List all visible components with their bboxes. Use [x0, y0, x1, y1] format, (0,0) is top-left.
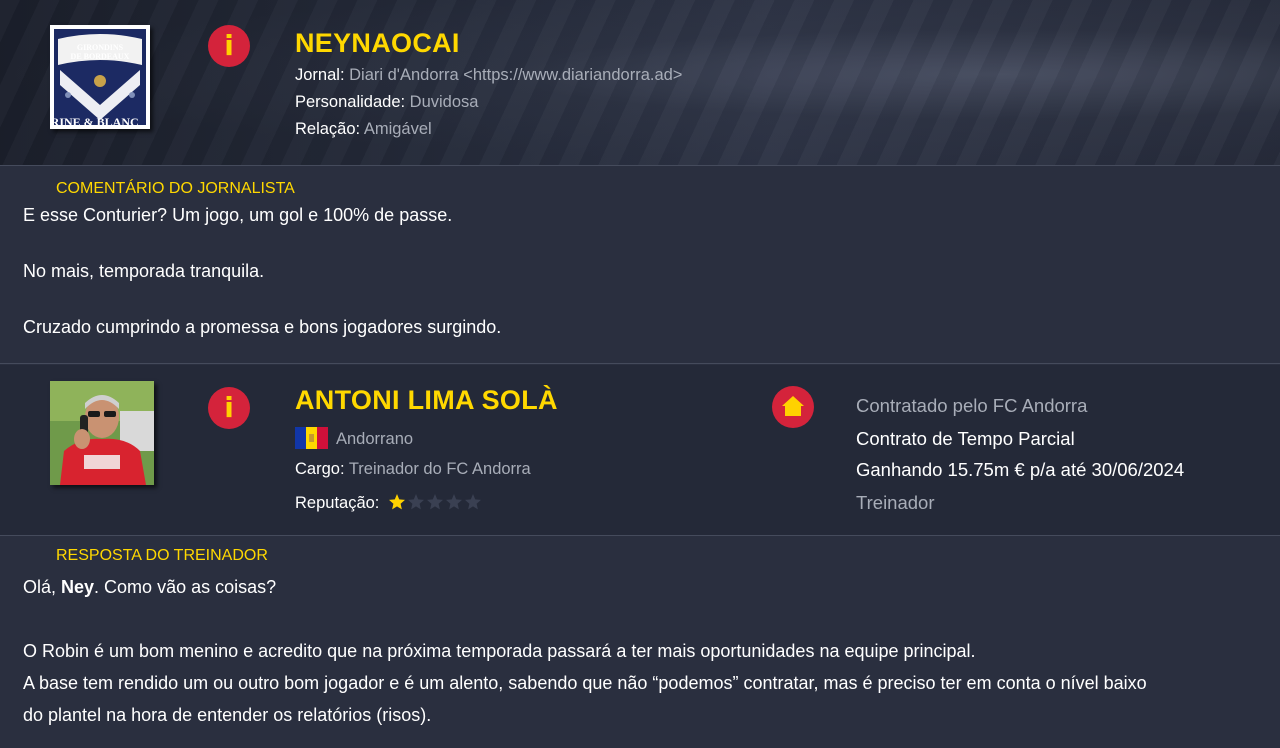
coach-info-icon[interactable]: i — [208, 387, 250, 429]
coach-photo[interactable] — [50, 381, 154, 485]
role-row: Cargo: Treinador do FC Andorra — [295, 460, 531, 479]
greeting-after: . Como vão as coisas? — [94, 577, 277, 597]
coach-reply-panel: RESPOSTA DO TREINADOR Olá, Ney. Como vão… — [0, 537, 1280, 748]
personality-value: Duvidosa — [409, 93, 479, 111]
star-icon — [426, 493, 445, 511]
contract-wage: Ganhando 15.75m € p/a até 30/06/2024 — [856, 459, 1185, 480]
star-icon — [407, 493, 426, 511]
contract-type: Contrato de Tempo Parcial — [856, 428, 1075, 449]
reputation-row: Reputação: — [295, 493, 483, 516]
greeting-before: Olá, — [23, 577, 62, 597]
personality-row: Personalidade: Duvidosa — [295, 93, 478, 112]
reply-line-3: do plantel na hora de entender os relató… — [23, 705, 432, 725]
greeting-name: Ney — [61, 577, 95, 597]
info-icon[interactable]: i — [208, 25, 250, 67]
contract-position: Treinador — [856, 492, 935, 513]
comment-title: COMENTÁRIO DO JORNALISTA — [56, 180, 295, 197]
journalist-header: GIRONDINS DE BORDEAUX ARINE & BLANC i NE… — [0, 0, 1280, 166]
journalist-name: NEYNAOCAI — [295, 28, 460, 58]
home-icon[interactable] — [772, 386, 814, 428]
nationality-value: Andorrano — [336, 430, 414, 448]
role-value[interactable]: Treinador do FC Andorra — [349, 460, 531, 478]
star-icon — [388, 493, 407, 511]
crest-text-top: GIRONDINS DE BORDEAUX — [70, 43, 130, 61]
reply-line-2: A base tem rendido um ou outro bom jogad… — [23, 673, 1147, 693]
coach-panel: i ANTONI LIMA SOLÀ Andorrano Cargo: Trei… — [0, 365, 1280, 536]
newspaper-row: Jornal: Diari d'Andorra <https://www.dia… — [295, 66, 682, 85]
crest-text-bottom: ARINE & BLANC — [50, 115, 139, 129]
crest-graphic — [50, 25, 150, 129]
reputation-label: Reputação: — [295, 494, 380, 512]
journalist-comment-panel: COMENTÁRIO DO JORNALISTA E esse Conturie… — [0, 167, 1280, 364]
reputation-stars — [388, 493, 483, 516]
relation-row: Relação: Amigável — [295, 120, 432, 139]
star-icon — [445, 493, 464, 511]
newspaper-value[interactable]: Diari d'Andorra <https://www.diariandorr… — [349, 66, 682, 84]
andorra-flag-icon — [295, 427, 328, 449]
reply-greeting: Olá, Ney. Como vão as coisas? — [23, 577, 276, 598]
relation-value: Amigável — [363, 120, 432, 138]
reply-title: RESPOSTA DO TREINADOR — [56, 547, 268, 564]
relation-label: Relação: — [295, 120, 361, 138]
coach-name: ANTONI LIMA SOLÀ — [295, 385, 558, 415]
personality-label: Personalidade: — [295, 93, 406, 111]
comment-line-2: No mais, temporada tranquila. — [23, 261, 265, 281]
star-icon — [464, 493, 483, 511]
club-crest[interactable]: GIRONDINS DE BORDEAUX ARINE & BLANC — [50, 25, 150, 129]
nationality-row: Andorrano — [295, 427, 413, 449]
reply-line-1: O Robin é um bom menino e acredito que n… — [23, 641, 976, 661]
hired-by[interactable]: Contratado pelo FC Andorra — [856, 395, 1087, 417]
comment-line-3: Cruzado cumprindo a promessa e bons joga… — [23, 317, 502, 337]
coach-photo-graphic — [50, 381, 154, 485]
role-label: Cargo: — [295, 460, 345, 478]
newspaper-label: Jornal: — [295, 66, 345, 84]
comment-line-1: E esse Conturier? Um jogo, um gol e 100%… — [23, 205, 453, 225]
